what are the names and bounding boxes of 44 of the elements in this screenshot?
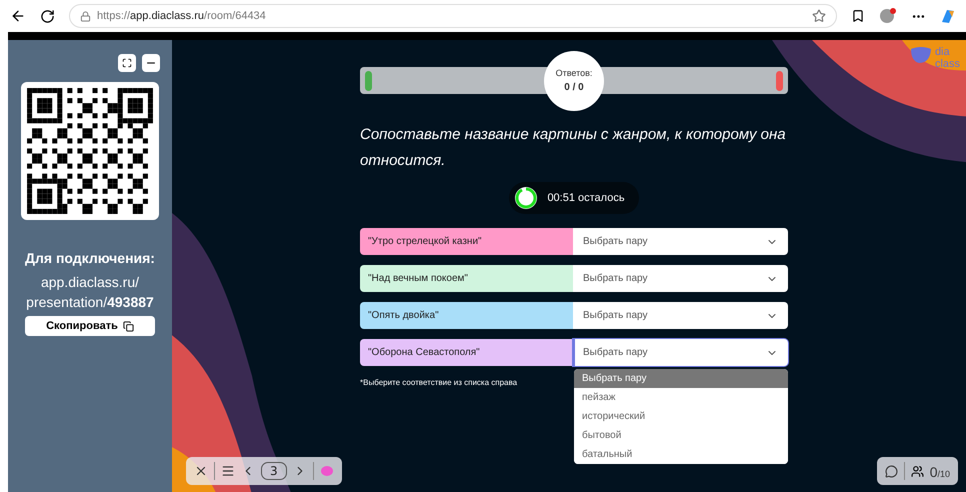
wrong-marker <box>776 70 783 90</box>
minimize-button[interactable] <box>142 54 160 72</box>
logo-icon <box>910 46 932 64</box>
lock-icon <box>80 10 91 22</box>
expand-icon <box>122 58 132 68</box>
pair-select[interactable]: Выбрать пару <box>573 302 788 329</box>
pair-select[interactable]: Выбрать пару <box>573 228 788 255</box>
menu-icon <box>221 464 235 478</box>
painting-label: "Над вечным покоем" <box>360 265 573 292</box>
page-number[interactable]: 3 <box>261 462 287 480</box>
logo-text: dia <box>934 46 951 58</box>
option-item[interactable]: Выбрать пару <box>574 369 788 388</box>
chat-button[interactable] <box>884 464 898 478</box>
menu-button[interactable] <box>221 464 235 478</box>
pair-select[interactable]: Выбрать пару <box>573 339 788 366</box>
url-text: https://app.diaclass.ru/room/64434 <box>97 10 266 22</box>
question-text: Сопоставьте название картины с жанром, к которому она относится. <box>360 125 787 171</box>
address-bar[interactable]: https://app.diaclass.ru/room/64434 <box>69 4 837 28</box>
participants-limit: /10 <box>937 468 950 478</box>
painting-label: "Оборона Севастополя" <box>360 339 573 366</box>
hint-text: *Выберите соответствие из списка справа <box>360 378 518 387</box>
profile-icon[interactable] <box>879 7 897 25</box>
users-icon <box>910 464 924 478</box>
chat-icon <box>884 464 898 478</box>
star-icon[interactable] <box>812 9 826 23</box>
close-icon <box>194 464 208 478</box>
logo-text: class <box>934 58 960 70</box>
answers-label: Ответов: <box>556 68 592 78</box>
close-button[interactable] <box>194 464 208 478</box>
timer-text: 00:51 осталось <box>547 192 625 204</box>
reload-icon[interactable] <box>40 8 55 24</box>
copy-icon <box>122 320 134 332</box>
fullscreen-button[interactable] <box>118 54 136 72</box>
painting-label: "Утро стрелецкой казни" <box>360 228 573 255</box>
back-icon[interactable] <box>10 8 26 24</box>
copy-button[interactable]: Скопировать <box>25 316 155 336</box>
copilot-icon[interactable] <box>940 8 956 24</box>
painting-label: "Опять двойка" <box>360 302 573 329</box>
pair-select[interactable]: Выбрать пару <box>573 265 788 292</box>
correct-marker <box>365 70 372 90</box>
participants-count: 0 <box>930 464 938 480</box>
connect-title: Для подключения: <box>25 250 155 266</box>
favorites-icon[interactable] <box>851 9 865 23</box>
answers-count: 0 / 0 <box>564 82 584 93</box>
